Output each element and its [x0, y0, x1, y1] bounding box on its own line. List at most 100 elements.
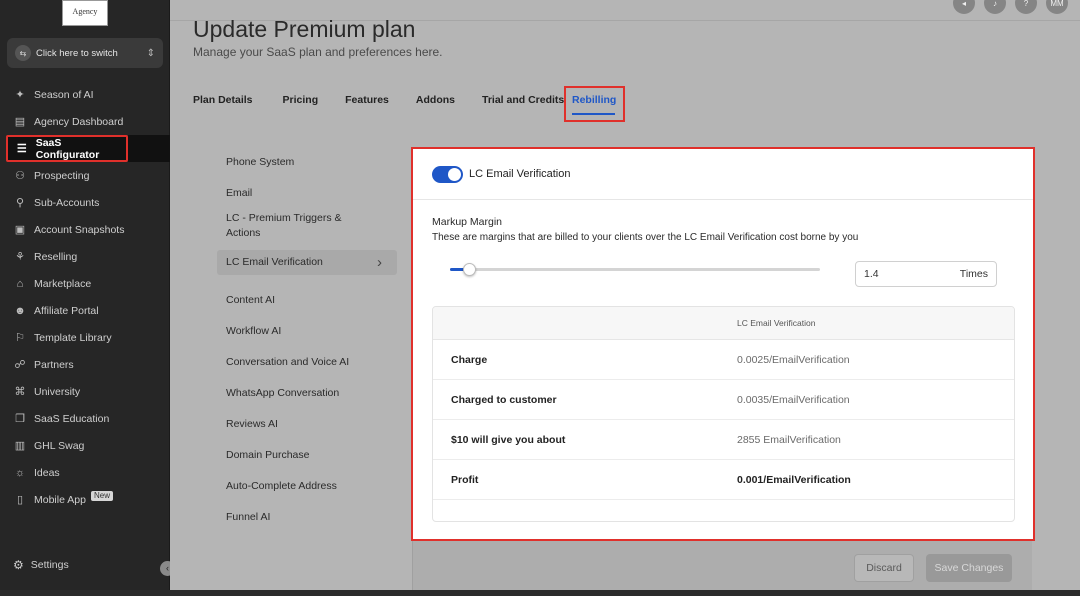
sidebar-item-reselling[interactable]: ⚘ Reselling: [6, 243, 170, 270]
sidebar-item-label: Sub-Accounts: [34, 196, 100, 209]
row-label: Profit: [451, 474, 479, 486]
sidebar-item-settings[interactable]: ⚙ Settings: [13, 558, 69, 572]
submenu-item-conversation-voice-ai[interactable]: Conversation and Voice AI: [217, 356, 397, 368]
submenu-item-content-ai[interactable]: Content AI: [217, 294, 397, 306]
row-value: 2855 EmailVerification: [737, 434, 841, 446]
submenu-item-email[interactable]: Email: [217, 187, 397, 199]
sidebar-item-label: Agency Dashboard: [34, 115, 124, 128]
submenu-item-workflow-ai[interactable]: Workflow AI: [217, 325, 397, 337]
sidebar-item-season-of-ai[interactable]: ✦ Season of AI: [6, 81, 170, 108]
submenu-item-phone-system[interactable]: Phone System: [217, 156, 397, 168]
education-icon: ❒: [15, 413, 25, 425]
panel-header: LC Email Verification: [413, 149, 1033, 200]
pricing-table: LC Email Verification Charge 0.0025/Emai…: [432, 306, 1015, 522]
avatar[interactable]: MM: [1046, 0, 1068, 14]
sidebar-item-marketplace[interactable]: ⌂ Marketplace: [6, 270, 170, 297]
sidebar-item-agency-dashboard[interactable]: ▤ Agency Dashboard: [6, 108, 170, 135]
sidebar-item-ideas[interactable]: ☼ Ideas: [6, 459, 170, 486]
sidebar-item-label: SaaS Education: [34, 412, 110, 425]
switcher-label: Click here to switch: [36, 47, 118, 59]
tab-addons[interactable]: Addons: [416, 93, 455, 119]
sidebar-item-label: Mobile App: [34, 493, 86, 506]
sidebar-item-affiliate-portal[interactable]: ☻ Affiliate Portal: [6, 297, 170, 324]
submenu-item-auto-complete-address[interactable]: Auto-Complete Address: [217, 480, 397, 492]
sidebar-item-saas-configurator[interactable]: ☰ SaaS Configurator: [6, 135, 172, 162]
submenu-item-funnel-ai[interactable]: Funnel AI: [217, 511, 397, 523]
window-bottom-edge: [0, 590, 1080, 596]
bell-icon[interactable]: ♪: [984, 0, 1006, 14]
multiplier-input[interactable]: 1.4 Times: [855, 261, 997, 287]
tab-features[interactable]: Features: [345, 93, 389, 119]
email-verification-panel: LC Email Verification Markup Margin Thes…: [411, 147, 1035, 541]
configurator-icon: ☰: [16, 143, 27, 155]
prospecting-icon: ⚇: [15, 170, 25, 182]
tab-plan-details[interactable]: Plan Details: [193, 93, 253, 119]
main-content: ◂ ♪ ? MM Update Premium plan Manage your…: [170, 0, 1080, 590]
save-changes-button[interactable]: Save Changes: [926, 554, 1012, 582]
markup-slider-handle[interactable]: [462, 263, 476, 276]
row-value: 0.001/EmailVerification: [737, 474, 851, 486]
tab-rebilling[interactable]: Rebilling: [572, 94, 616, 106]
table-row: $10 will give you about 2855 EmailVerifi…: [433, 420, 1014, 460]
submenu-item-lc-email-verification[interactable]: LC Email Verification: [217, 250, 397, 275]
sidebar: Agency ⇆ Click here to switch ⇕ ✦ Season …: [0, 0, 175, 596]
tab-trial-and-credits[interactable]: Trial and Credits: [482, 93, 564, 119]
column-header: LC Email Verification: [737, 318, 816, 328]
sidebar-item-label: Partners: [34, 358, 74, 371]
user-icon: ⚲: [15, 197, 25, 209]
sidebar-item-label: Prospecting: [34, 169, 90, 182]
page-title: Update Premium plan: [193, 16, 416, 42]
multiplier-value: 1.4: [864, 268, 879, 280]
discard-button[interactable]: Discard: [854, 554, 914, 582]
sidebar-item-template-library[interactable]: ⚐ Template Library: [6, 324, 170, 351]
snapshot-icon: ▣: [14, 224, 26, 236]
plan-tabs: Plan Details Pricing Features Addons Tri…: [193, 93, 591, 119]
tab-pricing[interactable]: Pricing: [283, 93, 319, 119]
table-header: LC Email Verification: [433, 307, 1014, 340]
mobile-icon: ▯: [16, 494, 24, 506]
rebilling-submenu: Phone System Email LC - Premium Triggers…: [217, 150, 397, 523]
lightbulb-icon: ☼: [14, 466, 26, 479]
email-verification-toggle[interactable]: [432, 166, 463, 183]
row-value: 0.0025/EmailVerification: [737, 354, 850, 366]
markup-margin-description: These are margins that are billed to you…: [432, 232, 859, 243]
sidebar-item-label: Template Library: [34, 331, 112, 344]
submenu-item-whatsapp-conversation[interactable]: WhatsApp Conversation: [217, 387, 397, 399]
account-switcher[interactable]: ⇆ Click here to switch ⇕: [7, 38, 163, 68]
library-icon: ⚐: [15, 332, 25, 344]
sidebar-item-sub-accounts[interactable]: ⚲ Sub-Accounts: [6, 189, 170, 216]
sidebar-item-label: Account Snapshots: [34, 223, 125, 236]
page-subtitle: Manage your SaaS plan and preferences he…: [193, 45, 443, 59]
sidebar-item-university[interactable]: ⌘ University: [6, 378, 170, 405]
handshake-icon: ☍: [14, 359, 26, 371]
sidebar-item-label: Affiliate Portal: [34, 304, 99, 317]
bag-icon: ⌂: [16, 277, 24, 290]
sidebar-item-label: University: [34, 385, 81, 398]
sidebar-item-saas-education[interactable]: ❒ SaaS Education: [6, 405, 170, 432]
submenu-item-reviews-ai[interactable]: Reviews AI: [217, 418, 397, 430]
row-label: Charged to customer: [451, 394, 557, 406]
megaphone-icon[interactable]: ◂: [953, 0, 975, 14]
submenu-item-domain-purchase[interactable]: Domain Purchase: [217, 449, 397, 461]
sidebar-item-label: Settings: [30, 559, 69, 571]
graduation-icon: ⌘: [14, 386, 26, 398]
submenu-item-premium-triggers[interactable]: LC - Premium Triggers & Actions: [217, 211, 357, 241]
sidebar-item-label: Reselling: [34, 250, 78, 263]
markup-slider-track[interactable]: [450, 268, 820, 271]
new-badge: New: [91, 491, 114, 501]
sidebar-item-label: Season of AI: [34, 88, 94, 101]
sidebar-item-ghl-swag[interactable]: ▥ GHL Swag: [6, 432, 170, 459]
help-icon[interactable]: ?: [1015, 0, 1037, 14]
sidebar-item-mobile-app[interactable]: ▯ Mobile App New: [6, 486, 170, 513]
sidebar-item-label: GHL Swag: [34, 439, 85, 452]
sidebar-item-account-snapshots[interactable]: ▣ Account Snapshots: [6, 216, 170, 243]
header-actions: ◂ ♪ ? MM: [953, 0, 1068, 14]
table-row: Charged to customer 0.0035/EmailVerifica…: [433, 380, 1014, 420]
sidebar-item-prospecting[interactable]: ⚇ Prospecting: [6, 162, 170, 189]
row-label: Charge: [451, 354, 488, 366]
agency-logo[interactable]: Agency: [62, 0, 108, 26]
markup-margin-title: Markup Margin: [432, 216, 503, 228]
dashboard-icon: ▤: [14, 116, 26, 128]
sidebar-item-partners[interactable]: ☍ Partners: [6, 351, 170, 378]
sidebar-item-label: Marketplace: [34, 277, 92, 290]
